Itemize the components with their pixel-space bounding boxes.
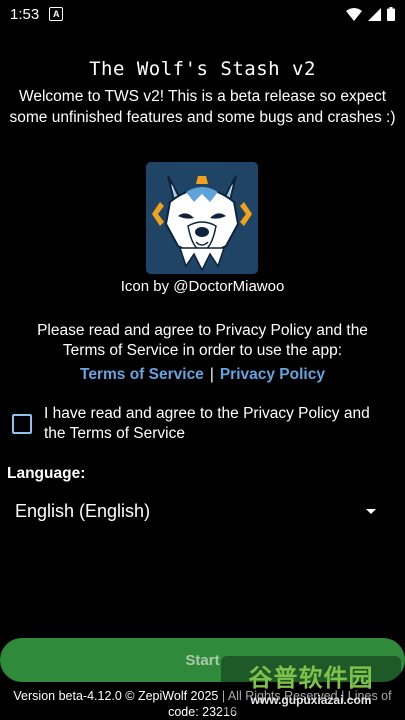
terms-of-service-link[interactable]: Terms of Service: [80, 366, 204, 383]
watermark-url: www.gupuxiazai.com: [250, 693, 372, 707]
battery-icon: [387, 7, 395, 21]
agree-checkbox-label[interactable]: I have read and agree to the Privacy Pol…: [44, 404, 395, 444]
language-selected-value[interactable]: English (English): [15, 501, 150, 522]
agree-checkbox[interactable]: [12, 414, 32, 434]
app-title: The Wolf's Stash v2: [89, 58, 316, 80]
watermark-title: 谷普软件园: [248, 665, 374, 692]
language-label: Language:: [7, 465, 86, 482]
welcome-text: Welcome to TWS v2! This is a beta releas…: [9, 88, 396, 126]
status-time: 1:53: [10, 5, 40, 23]
signal-icon: [368, 7, 381, 21]
app-icon: [146, 162, 258, 274]
icon-credit: Icon by @DoctorMiawoo: [120, 278, 285, 295]
notification-icon: A: [49, 7, 64, 21]
agree-checkbox-row[interactable]: I have read and agree to the Privacy Pol…: [12, 404, 395, 444]
wifi-icon: [346, 7, 362, 21]
agreement-text: Please read and agree to Privacy Policy …: [37, 322, 368, 359]
site-watermark: 谷普软件园 www.gupuxiazai.com: [221, 656, 401, 714]
policy-links: Terms of Service | Privacy Policy: [0, 366, 405, 384]
privacy-policy-link[interactable]: Privacy Policy: [220, 366, 325, 383]
wolf-logo-icon: [146, 162, 258, 274]
status-icons: [346, 7, 395, 21]
link-separator: |: [209, 366, 214, 383]
status-bar: 1:53 A: [0, 0, 405, 28]
chevron-down-icon[interactable]: [366, 508, 376, 514]
language-dropdown[interactable]: English (English): [0, 494, 405, 528]
